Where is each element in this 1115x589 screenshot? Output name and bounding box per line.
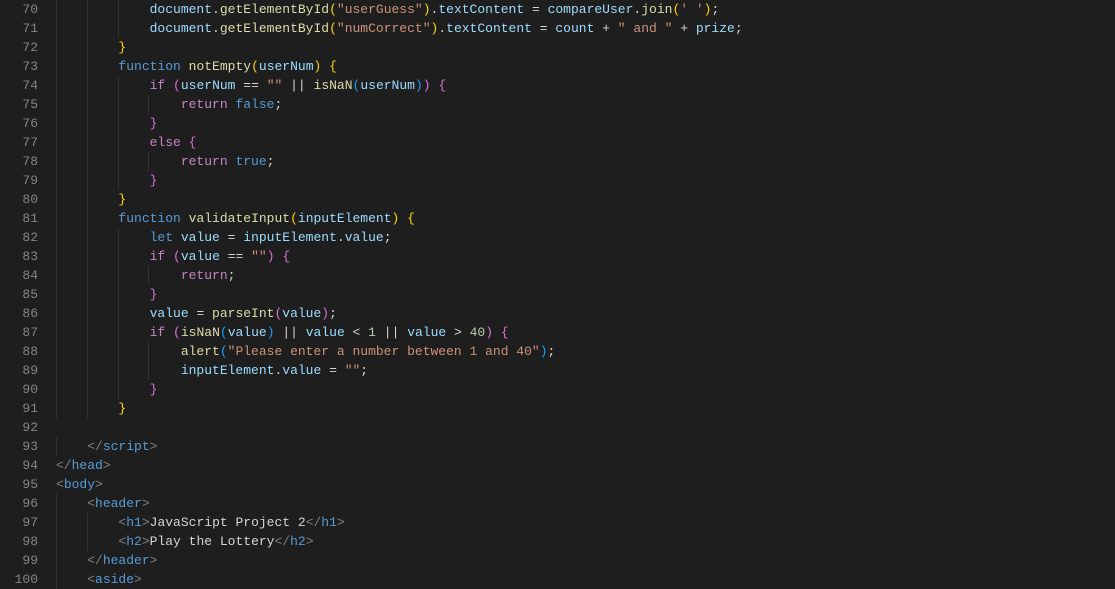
line-number: 74 (0, 76, 38, 95)
line-number: 73 (0, 57, 38, 76)
code-line[interactable] (56, 418, 1115, 437)
code-line[interactable]: return false; (56, 95, 1115, 114)
line-number: 79 (0, 171, 38, 190)
line-number: 96 (0, 494, 38, 513)
code-line[interactable]: document.getElementById("userGuess").tex… (56, 0, 1115, 19)
code-line[interactable]: return true; (56, 152, 1115, 171)
code-line[interactable]: } (56, 380, 1115, 399)
code-line[interactable]: } (56, 114, 1115, 133)
code-line[interactable]: } (56, 190, 1115, 209)
line-number: 84 (0, 266, 38, 285)
code-line[interactable]: alert("Please enter a number between 1 a… (56, 342, 1115, 361)
line-number: 87 (0, 323, 38, 342)
line-number: 75 (0, 95, 38, 114)
code-area[interactable]: document.getElementById("userGuess").tex… (56, 0, 1115, 585)
code-line[interactable]: <header> (56, 494, 1115, 513)
line-number: 93 (0, 437, 38, 456)
line-number: 97 (0, 513, 38, 532)
code-line[interactable]: if (value == "") { (56, 247, 1115, 266)
line-number: 89 (0, 361, 38, 380)
line-number: 71 (0, 19, 38, 38)
code-line[interactable]: if (isNaN(value) || value < 1 || value >… (56, 323, 1115, 342)
code-line[interactable]: function notEmpty(userNum) { (56, 57, 1115, 76)
code-line[interactable]: } (56, 285, 1115, 304)
code-line[interactable]: <h1>JavaScript Project 2</h1> (56, 513, 1115, 532)
line-number: 77 (0, 133, 38, 152)
code-line[interactable]: document.getElementById("numCorrect").te… (56, 19, 1115, 38)
code-line[interactable]: } (56, 399, 1115, 418)
code-line[interactable]: </head> (56, 456, 1115, 475)
code-line[interactable]: </script> (56, 437, 1115, 456)
line-number: 91 (0, 399, 38, 418)
code-line[interactable]: <body> (56, 475, 1115, 494)
code-line[interactable]: <h2>Play the Lottery</h2> (56, 532, 1115, 551)
line-number: 78 (0, 152, 38, 171)
line-number: 88 (0, 342, 38, 361)
code-line[interactable]: let value = inputElement.value; (56, 228, 1115, 247)
code-line[interactable]: <aside> (56, 570, 1115, 589)
line-number: 82 (0, 228, 38, 247)
line-number: 72 (0, 38, 38, 57)
line-number: 85 (0, 285, 38, 304)
code-line[interactable]: return; (56, 266, 1115, 285)
code-line[interactable]: } (56, 38, 1115, 57)
line-number: 94 (0, 456, 38, 475)
code-line[interactable]: } (56, 171, 1115, 190)
code-editor[interactable]: 7071727374757677787980818283848586878889… (0, 0, 1115, 585)
code-line[interactable]: function validateInput(inputElement) { (56, 209, 1115, 228)
line-number: 98 (0, 532, 38, 551)
code-line[interactable]: inputElement.value = ""; (56, 361, 1115, 380)
line-number: 100 (0, 570, 38, 589)
line-number: 99 (0, 551, 38, 570)
line-number: 83 (0, 247, 38, 266)
line-number: 90 (0, 380, 38, 399)
line-number-gutter: 7071727374757677787980818283848586878889… (0, 0, 56, 585)
code-line[interactable]: else { (56, 133, 1115, 152)
code-line[interactable]: </header> (56, 551, 1115, 570)
line-number: 95 (0, 475, 38, 494)
line-number: 92 (0, 418, 38, 437)
code-line[interactable]: if (userNum == "" || isNaN(userNum)) { (56, 76, 1115, 95)
line-number: 86 (0, 304, 38, 323)
line-number: 80 (0, 190, 38, 209)
code-line[interactable]: value = parseInt(value); (56, 304, 1115, 323)
line-number: 76 (0, 114, 38, 133)
line-number: 81 (0, 209, 38, 228)
line-number: 70 (0, 0, 38, 19)
